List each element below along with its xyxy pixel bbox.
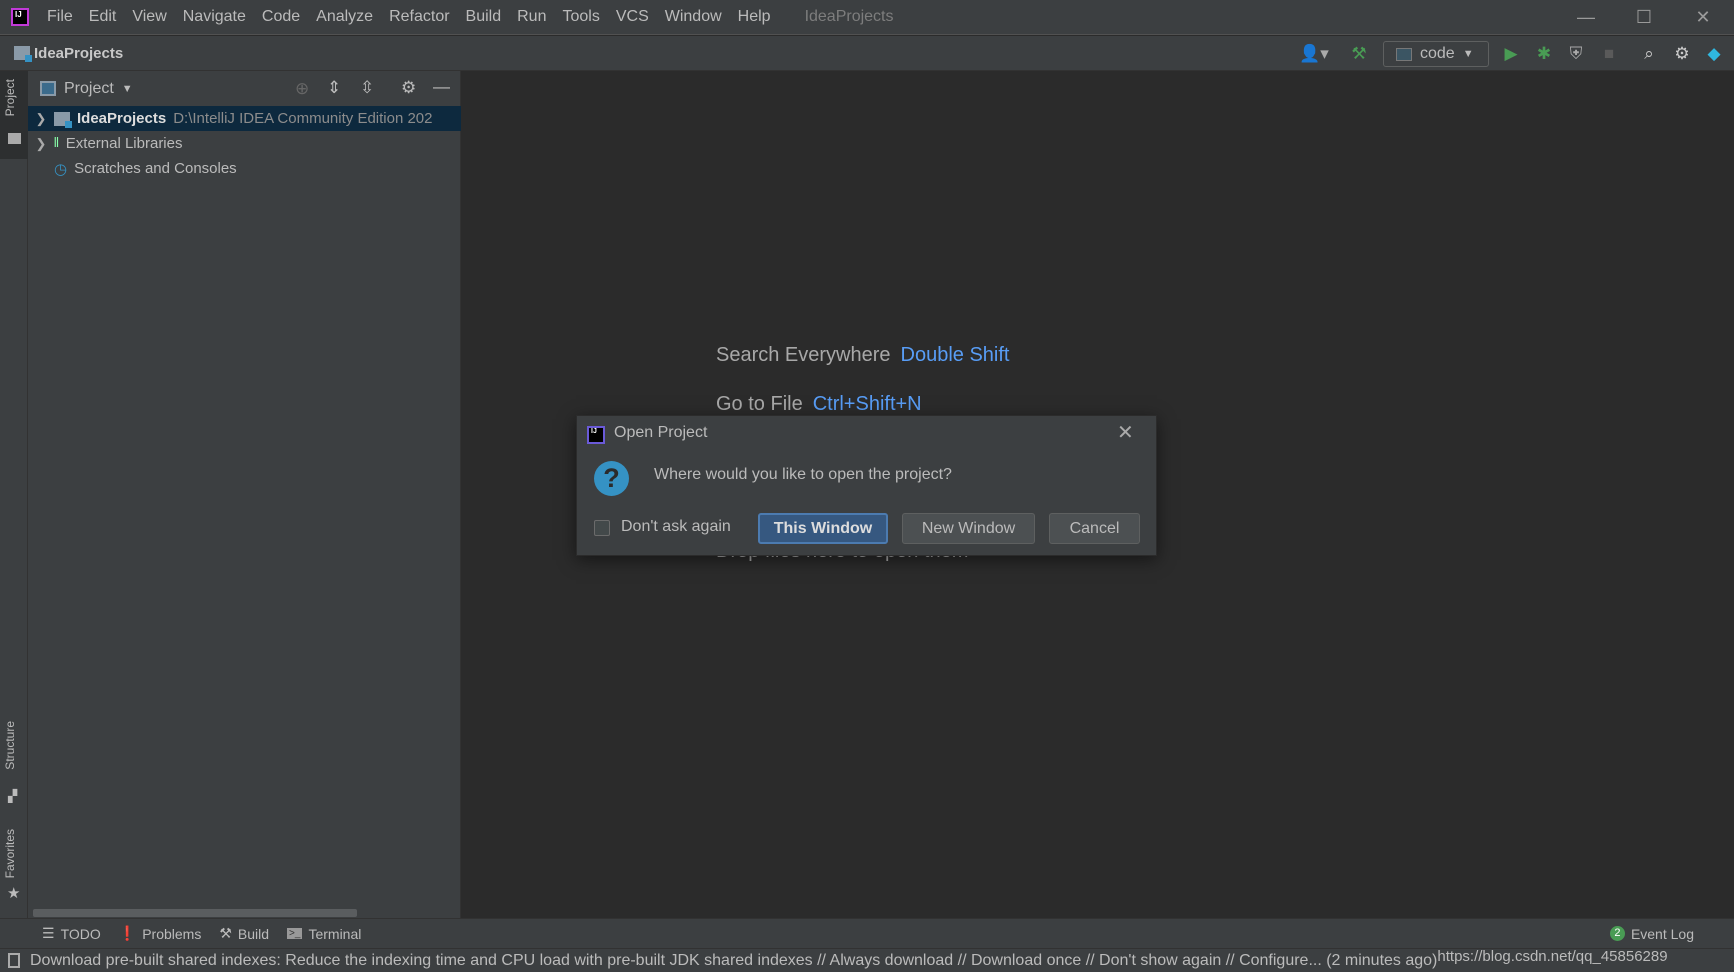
tree-item-path: D:\IntelliJ IDEA Community Edition 202 bbox=[173, 110, 433, 127]
tool-terminal[interactable]: >_ Terminal bbox=[287, 926, 361, 942]
dont-ask-checkbox[interactable] bbox=[594, 520, 610, 536]
dialog-title: Open Project bbox=[614, 424, 708, 441]
tree-item-label: IdeaProjects bbox=[77, 110, 167, 127]
status-toggle-icon[interactable] bbox=[8, 953, 20, 968]
toolbox-icon[interactable]: ◆ bbox=[1699, 36, 1729, 71]
maximize-button[interactable]: ☐ bbox=[1615, 0, 1673, 35]
locate-icon[interactable]: ⊕ bbox=[295, 79, 309, 99]
intellij-logo-icon: IJ bbox=[587, 426, 605, 444]
menu-bar: IJ File Edit View Navigate Code Analyze … bbox=[0, 0, 1734, 35]
tree-item-label: External Libraries bbox=[65, 135, 183, 152]
search-icon[interactable]: ⌕ bbox=[1634, 36, 1664, 71]
breadcrumb-project[interactable]: IdeaProjects bbox=[34, 45, 123, 62]
stop-icon[interactable]: ■ bbox=[1594, 36, 1624, 71]
menu-refactor[interactable]: Refactor bbox=[389, 8, 449, 26]
project-view-select[interactable]: Project bbox=[64, 80, 114, 98]
side-tab-structure[interactable]: Structure bbox=[3, 721, 17, 770]
hammer-icon: ⚒ bbox=[219, 925, 232, 941]
minimize-button[interactable]: — bbox=[1557, 0, 1615, 35]
project-folder-icon bbox=[54, 111, 72, 128]
menu-navigate[interactable]: Navigate bbox=[183, 8, 246, 26]
tool-window-bar: ☰ TODO ❗ Problems ⚒ Build >_ Terminal 2 Even… bbox=[0, 918, 1734, 948]
tool-build[interactable]: ⚒ Build bbox=[219, 925, 269, 942]
menu-run[interactable]: Run bbox=[517, 8, 546, 26]
problems-icon: ❗ bbox=[118, 925, 137, 941]
debug-bug-icon[interactable]: ✱ bbox=[1529, 36, 1559, 71]
watermark: https://blog.csdn.net/qq_45856289 bbox=[1437, 948, 1668, 965]
config-icon bbox=[1396, 47, 1412, 61]
left-tool-stripe: Project Structure ▞ Favorites ★ bbox=[0, 71, 28, 918]
side-tab-favorites[interactable]: Favorites bbox=[3, 829, 17, 878]
hint-search-everywhere: Search Everywhere Double Shift bbox=[716, 344, 1010, 366]
tree-item-external-libraries[interactable]: ❯ 𝍪 External Libraries bbox=[28, 131, 461, 156]
coverage-icon[interactable]: ⛨ bbox=[1561, 36, 1591, 71]
menu-tools[interactable]: Tools bbox=[562, 8, 599, 26]
dialog-close-button[interactable]: ✕ bbox=[1117, 420, 1134, 445]
list-icon: ☰ bbox=[42, 925, 55, 941]
new-window-button[interactable]: New Window bbox=[902, 513, 1035, 544]
menu-code[interactable]: Code bbox=[262, 8, 300, 26]
chevron-right-icon[interactable]: ❯ bbox=[28, 111, 54, 127]
event-log-button[interactable]: 2 Event Log bbox=[1609, 926, 1694, 942]
project-panel-header: Project ▼ ⊕ ⇕ ⇳ ⚙ — bbox=[28, 71, 460, 106]
tool-todo[interactable]: ☰ TODO bbox=[42, 925, 101, 942]
gear-icon[interactable]: ⚙ bbox=[1667, 36, 1697, 71]
tool-problems[interactable]: ❗ Problems bbox=[119, 925, 202, 942]
menu-window[interactable]: Window bbox=[665, 8, 722, 26]
menu-analyze[interactable]: Analyze bbox=[316, 8, 373, 26]
window-title: IdeaProjects bbox=[804, 8, 894, 25]
chevron-down-icon: ▼ bbox=[1462, 48, 1474, 60]
expand-all-icon[interactable]: ⇕ bbox=[327, 78, 341, 98]
event-count-badge: 2 bbox=[1609, 926, 1625, 941]
project-view-icon bbox=[40, 81, 56, 96]
status-message[interactable]: Download pre-built shared indexes: Reduc… bbox=[30, 952, 1437, 970]
dialog-message: Where would you like to open the project… bbox=[654, 466, 952, 483]
tree-item-ideaprojects[interactable]: ❯ IdeaProjects D:\IntelliJ IDEA Communit… bbox=[28, 106, 461, 131]
open-project-dialog: IJ Open Project ✕ ? Where would you like… bbox=[576, 415, 1157, 556]
tree-item-label: Scratches and Consoles bbox=[74, 160, 237, 177]
terminal-icon: >_ bbox=[287, 928, 303, 939]
run-config-select[interactable]: code ▼ bbox=[1383, 41, 1489, 67]
menu-edit[interactable]: Edit bbox=[89, 8, 117, 26]
cancel-button[interactable]: Cancel bbox=[1049, 513, 1140, 544]
tree-item-scratches[interactable]: ◷ Scratches and Consoles bbox=[28, 156, 461, 181]
structure-icon: ▞ bbox=[8, 789, 18, 803]
project-folder-icon bbox=[14, 46, 32, 62]
hide-panel-icon[interactable]: — bbox=[433, 77, 450, 97]
gear-icon[interactable]: ⚙ bbox=[401, 78, 416, 98]
run-icon[interactable]: ▶ bbox=[1496, 36, 1526, 71]
status-bar: Download pre-built shared indexes: Reduc… bbox=[0, 948, 1734, 972]
close-window-button[interactable]: ✕ bbox=[1674, 0, 1732, 35]
menu-file[interactable]: File bbox=[47, 8, 73, 26]
hint-go-to-file: Go to File Ctrl+Shift+N bbox=[716, 393, 922, 415]
project-panel: Project ▼ ⊕ ⇕ ⇳ ⚙ — ❯ IdeaProjects D:\In… bbox=[28, 71, 461, 918]
intellij-logo-icon: IJ bbox=[11, 8, 29, 26]
collapse-all-icon[interactable]: ⇳ bbox=[360, 78, 374, 98]
menu-help[interactable]: Help bbox=[738, 8, 771, 26]
chevron-down-icon[interactable]: ▼ bbox=[122, 83, 133, 95]
question-icon: ? bbox=[594, 461, 629, 496]
run-config-label: code bbox=[1420, 45, 1455, 62]
chevron-right-icon[interactable]: ❯ bbox=[28, 136, 54, 152]
menu-vcs[interactable]: VCS bbox=[616, 8, 649, 26]
side-tab-project[interactable]: Project bbox=[3, 79, 17, 116]
folder-icon bbox=[8, 133, 21, 144]
libraries-icon: 𝍪 bbox=[54, 133, 59, 150]
scratches-icon: ◷ bbox=[54, 160, 68, 178]
build-hammer-icon[interactable]: ⚒ bbox=[1344, 36, 1374, 71]
vcs-user-icon[interactable]: 👤▾ bbox=[1294, 36, 1334, 71]
star-icon: ★ bbox=[7, 885, 21, 902]
dont-ask-label[interactable]: Don't ask again bbox=[621, 518, 731, 536]
menu-build[interactable]: Build bbox=[466, 8, 502, 26]
horizontal-scrollbar[interactable] bbox=[33, 909, 357, 917]
menu-view[interactable]: View bbox=[132, 8, 166, 26]
this-window-button[interactable]: This Window bbox=[758, 513, 888, 544]
